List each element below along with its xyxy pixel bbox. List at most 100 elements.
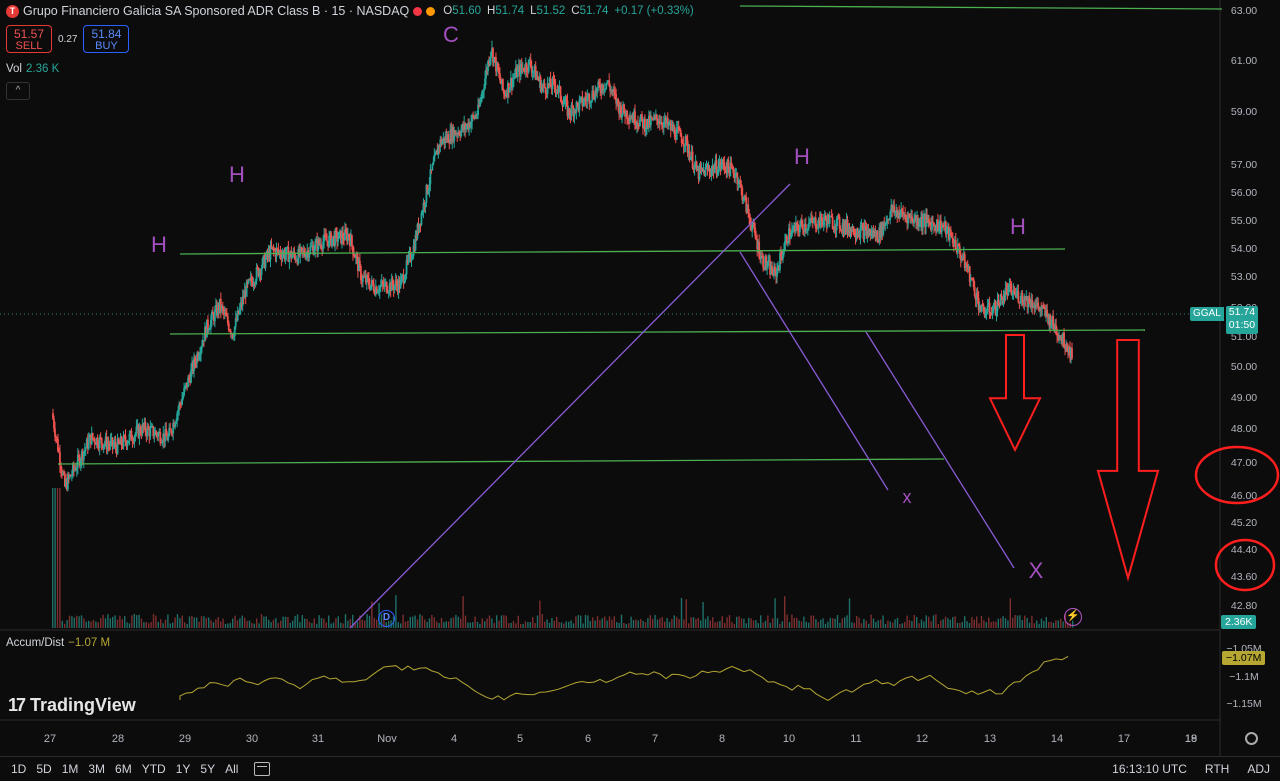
volume-bar (424, 619, 426, 628)
volume-bar (678, 619, 680, 628)
change-value: +0.17 (+0.33%) (614, 5, 694, 17)
volume-bar (697, 617, 699, 628)
volume-bar (210, 620, 212, 628)
support-line (169, 329, 1146, 335)
timeframe-5d[interactable]: 5D (36, 762, 51, 776)
timeframe-5y[interactable]: 5Y (200, 762, 215, 776)
volume-bar (637, 620, 639, 628)
volume-bar (928, 616, 930, 628)
volume-bar (932, 615, 935, 628)
volume-bar (863, 618, 865, 628)
adjust-toggle[interactable]: ADJ (1247, 762, 1270, 776)
volume-bar (433, 617, 435, 628)
volume-bar (181, 615, 183, 628)
chart-canvas[interactable]: 63.00 61.00 59.00 57.00 56.00 55.00 54.00 53.00… (0, 0, 1280, 781)
volume-bar (1028, 622, 1031, 628)
price-tick-label: 43.60 (1231, 571, 1257, 583)
timeframe-ytd[interactable]: YTD (142, 762, 166, 776)
candle-body (931, 222, 933, 231)
volume-bar (198, 621, 200, 628)
volume-bar (964, 616, 966, 628)
volume-bar (738, 616, 740, 628)
volume-bar (328, 615, 330, 628)
timeframe-1m[interactable]: 1M (62, 762, 79, 776)
volume-bar (644, 622, 647, 628)
volume-bar (68, 615, 71, 628)
tradingview-logo[interactable]: 17 TradingView (8, 695, 136, 716)
timeframe-3m[interactable]: 3M (88, 762, 105, 776)
candle-body (149, 427, 152, 437)
gear-icon[interactable] (1245, 732, 1258, 745)
volume-bar (1060, 618, 1062, 628)
price-tick-label: 53.00 (1231, 271, 1257, 283)
symbol-title[interactable]: Grupo Financiero Galicia SA Sponsored AD… (23, 4, 409, 18)
volume-bar (1045, 616, 1047, 628)
volume-bar (632, 620, 635, 628)
time-tick-label: 7 (652, 733, 658, 745)
timeframe-all[interactable]: All (225, 762, 238, 776)
volume-bar (952, 617, 954, 628)
candle-body (126, 442, 129, 447)
accum-dist-legend[interactable]: Accum/Dist −1.07 M (6, 637, 110, 649)
volume-bar (937, 623, 939, 628)
volume-bar (100, 618, 102, 628)
volume-legend[interactable]: Vol 2.36 K (6, 63, 59, 75)
volume-bar (750, 618, 752, 628)
volume-bar (680, 597, 683, 628)
pattern-annotation: H (229, 162, 245, 187)
timeframe-1y[interactable]: 1Y (176, 762, 191, 776)
volume-bar (961, 621, 963, 628)
volume-bar (565, 621, 567, 628)
market-status-dot-icon (413, 6, 423, 16)
candle-body (807, 223, 810, 229)
volume-bar (212, 622, 215, 628)
volume-bar (73, 617, 75, 628)
collapse-chevron-icon[interactable]: ^ (6, 82, 30, 100)
volume-bar (116, 619, 119, 628)
volume-bar (656, 619, 659, 628)
volume-bar (913, 614, 915, 628)
volume-bar (904, 621, 906, 628)
volume-bar (716, 621, 719, 628)
volume-bar (709, 620, 711, 628)
sell-button[interactable]: 51.57 SELL (6, 25, 52, 53)
candle-body (801, 223, 804, 230)
volume-bar (846, 615, 848, 628)
volume-bar (704, 618, 707, 628)
time-tick-label: 28 (112, 733, 124, 745)
buy-button[interactable]: 51.84 BUY (83, 25, 130, 53)
clock-time[interactable]: 16:13:10 UTC (1112, 762, 1187, 776)
volume-bar (911, 621, 913, 628)
volume-bar (800, 621, 803, 628)
volume-bar (685, 599, 687, 628)
volume-bar (740, 618, 743, 628)
volume-bar (332, 622, 335, 628)
timeframe-6m[interactable]: 6M (115, 762, 132, 776)
volume-bar (169, 623, 171, 628)
flash-icon[interactable]: ⚡ (1064, 608, 1082, 626)
volume-bar (779, 623, 781, 628)
volume-bar (376, 619, 378, 628)
volume-bar (476, 621, 479, 628)
time-tick-label: 17 (1118, 733, 1130, 745)
dividend-marker-icon[interactable]: D (378, 610, 395, 627)
volume-bar (556, 616, 558, 628)
volume-bar (224, 623, 227, 628)
candle-body (988, 302, 991, 314)
candle-body (828, 216, 831, 224)
session-toggle[interactable]: RTH (1205, 762, 1229, 776)
time-tick-label: 13 (984, 733, 996, 745)
volume-bar (222, 618, 224, 628)
volume-bar (1057, 620, 1059, 628)
volume-bar (676, 616, 678, 628)
volume-bar (313, 618, 315, 628)
volume-bar (546, 619, 548, 628)
volume-bar (764, 620, 767, 628)
volume-bar (200, 616, 203, 628)
price-tick-label: 50.00 (1231, 361, 1257, 373)
timeframe-1d[interactable]: 1D (11, 762, 26, 776)
volume-bar (1016, 615, 1019, 628)
volume-bar (258, 623, 260, 628)
calendar-icon[interactable] (254, 762, 271, 776)
open-value: 51.60 (452, 5, 482, 17)
